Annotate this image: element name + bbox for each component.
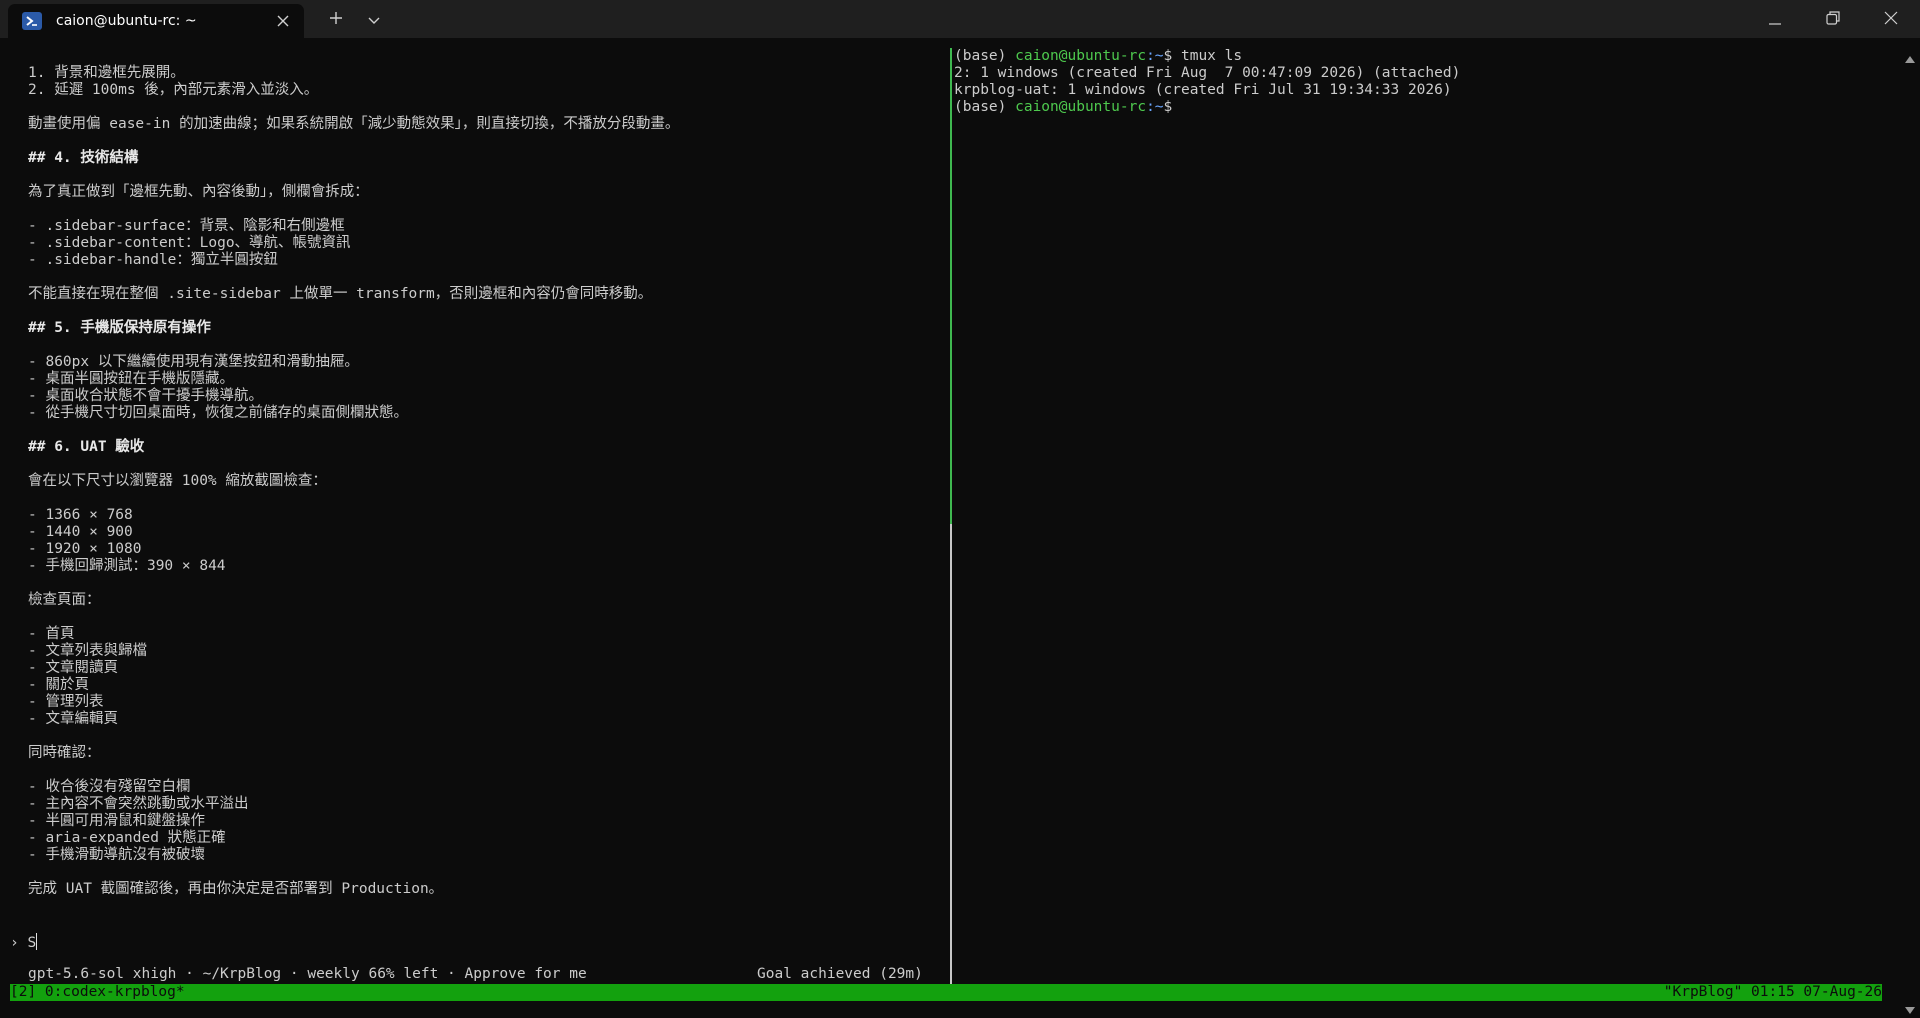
output-line: - 收合後沒有殘留空白欄 [28, 779, 191, 795]
output-line: - 從手機尺寸切回桌面時，恢復之前儲存的桌面側欄狀態。 [28, 405, 408, 421]
shell-prefix: (base) [954, 99, 1016, 115]
codex-prompt-line[interactable]: › S [10, 933, 38, 951]
close-tab-icon[interactable] [268, 6, 298, 36]
shell-rest: $ tmux ls [1163, 48, 1243, 64]
output-line: 不能直接在現在整個 .site-sidebar 上做單一 transform，否… [28, 286, 653, 302]
output-line: - 860px 以下繼續使用現有漢堡按鈕和滑動抽屜。 [28, 354, 359, 370]
shell-user: caion@ubuntu-rc [1015, 99, 1147, 115]
minimize-button[interactable] [1746, 0, 1804, 38]
section-heading: ## 5. 手機版保持原有操作 [28, 320, 211, 336]
tab-dropdown-button[interactable] [356, 4, 392, 34]
output-line: 檢查頁面： [28, 592, 101, 608]
output-line: - 手機滑動導航沒有被破壞 [28, 847, 205, 863]
output-line: - 首頁 [28, 626, 75, 642]
output-line: - 文章列表與歸檔 [28, 643, 147, 659]
output-line: 完成 UAT 截圖確認後，再由你決定是否部署到 Production。 [28, 881, 444, 897]
minimize-icon [1769, 10, 1781, 29]
codex-status-line: gpt-5.6-sol xhigh · ~/KrpBlog · weekly 6… [28, 966, 587, 982]
output-line: - 1920 × 1080 [28, 541, 142, 557]
shell-path: :~ [1146, 48, 1164, 64]
output-line: - 主內容不會突然跳動或水平溢出 [28, 796, 249, 812]
shell-line: (base) caion@ubuntu-rc:~$ tmux ls [954, 48, 1242, 65]
codex-input[interactable]: S [27, 935, 36, 951]
shell-prefix: krpblog-uat: 1 windows (created Fri Jul … [954, 82, 1452, 98]
shell-rest: $ [1163, 99, 1173, 115]
tmux-window-list[interactable]: [2] 0:codex-krpblog* [10, 984, 185, 1001]
output-line: - 手機回歸測試：390 × 844 [28, 558, 226, 574]
prompt-symbol: › [10, 935, 19, 951]
shell-line: (base) caion@ubuntu-rc:~$ [954, 99, 1172, 116]
scrollbar[interactable] [1900, 38, 1920, 1018]
scroll-down-icon[interactable] [1905, 1000, 1915, 1018]
shell-path: :~ [1146, 99, 1164, 115]
plus-icon [329, 10, 343, 29]
output-line: - .sidebar-surface：背景、陰影和右側邊框 [28, 218, 345, 234]
restore-icon [1826, 10, 1840, 29]
shell-line: 2: 1 windows (created Fri Aug 7 00:47:09… [954, 65, 1460, 82]
powershell-icon [22, 12, 42, 30]
shell-user: caion@ubuntu-rc [1015, 48, 1147, 64]
output-line: 同時確認： [28, 745, 101, 761]
output-line: - 管理列表 [28, 694, 104, 710]
output-line: - 關於頁 [28, 677, 89, 693]
output-line: - 1440 × 900 [28, 524, 133, 540]
section-heading: ## 4. 技術結構 [28, 150, 139, 166]
output-line: - .sidebar-content：Logo、導航、帳號資訊 [28, 235, 351, 251]
close-icon [1884, 10, 1898, 29]
shell-prefix: 2: 1 windows (created Fri Aug 7 00:47:09… [954, 65, 1461, 81]
output-line: 1. 背景和邊框先展開。 [28, 65, 185, 81]
output-line: - .sidebar-handle：獨立半圓按鈕 [28, 252, 278, 268]
tmux-status-bar: [2] 0:codex-krpblog* "KrpBlog" 01:15 07-… [10, 984, 1882, 1001]
right-terminal-pane[interactable]: (base) caion@ubuntu-rc:~$ tmux ls 2: 1 wi… [952, 38, 1900, 984]
output-line: 動畫使用偏 ease-in 的加速曲線；如果系統開啟「減少動態效果」，則直接切換… [28, 116, 680, 132]
output-line: - 文章編輯頁 [28, 711, 118, 727]
output-line: 為了真正做到「邊框先動、內容後動」，側欄會拆成： [28, 184, 369, 200]
title-bar: caion@ubuntu-rc: ~ [0, 0, 1920, 38]
output-line: - 文章閱讀頁 [28, 660, 118, 676]
scroll-up-icon[interactable] [1905, 48, 1915, 67]
section-heading: ## 6. UAT 驗收 [28, 439, 145, 455]
chevron-down-icon [368, 10, 380, 29]
tmux-session-info: "KrpBlog" 01:15 07-Aug-26 [1663, 984, 1882, 1000]
restore-button[interactable] [1804, 0, 1862, 38]
tab-title: caion@ubuntu-rc: ~ [56, 13, 197, 29]
output-line: 會在以下尺寸以瀏覽器 100% 縮放截圖檢查： [28, 473, 327, 489]
new-tab-button[interactable] [318, 4, 354, 34]
shell-line: krpblog-uat: 1 windows (created Fri Jul … [954, 82, 1452, 99]
output-line: - 桌面半圓按鈕在手機版隱藏。 [28, 371, 234, 387]
text-cursor [36, 933, 38, 950]
terminal-tab[interactable]: caion@ubuntu-rc: ~ [8, 4, 304, 38]
output-line: - 桌面收合狀態不會干擾手機導航。 [28, 388, 263, 404]
output-line: - aria-expanded 狀態正確 [28, 830, 226, 846]
output-line: 2. 延遲 100ms 後，內部元素滑入並淡入。 [28, 82, 319, 98]
goal-status: Goal achieved (29m) [757, 966, 923, 982]
output-line: - 1366 × 768 [28, 507, 133, 523]
output-line: - 半圓可用滑鼠和鍵盤操作 [28, 813, 205, 829]
left-terminal-pane[interactable]: 1. 背景和邊框先展開。 2. 延遲 100ms 後，內部元素滑入並淡入。動畫使用… [0, 38, 948, 984]
close-window-button[interactable] [1862, 0, 1920, 38]
shell-prefix: (base) [954, 48, 1016, 64]
